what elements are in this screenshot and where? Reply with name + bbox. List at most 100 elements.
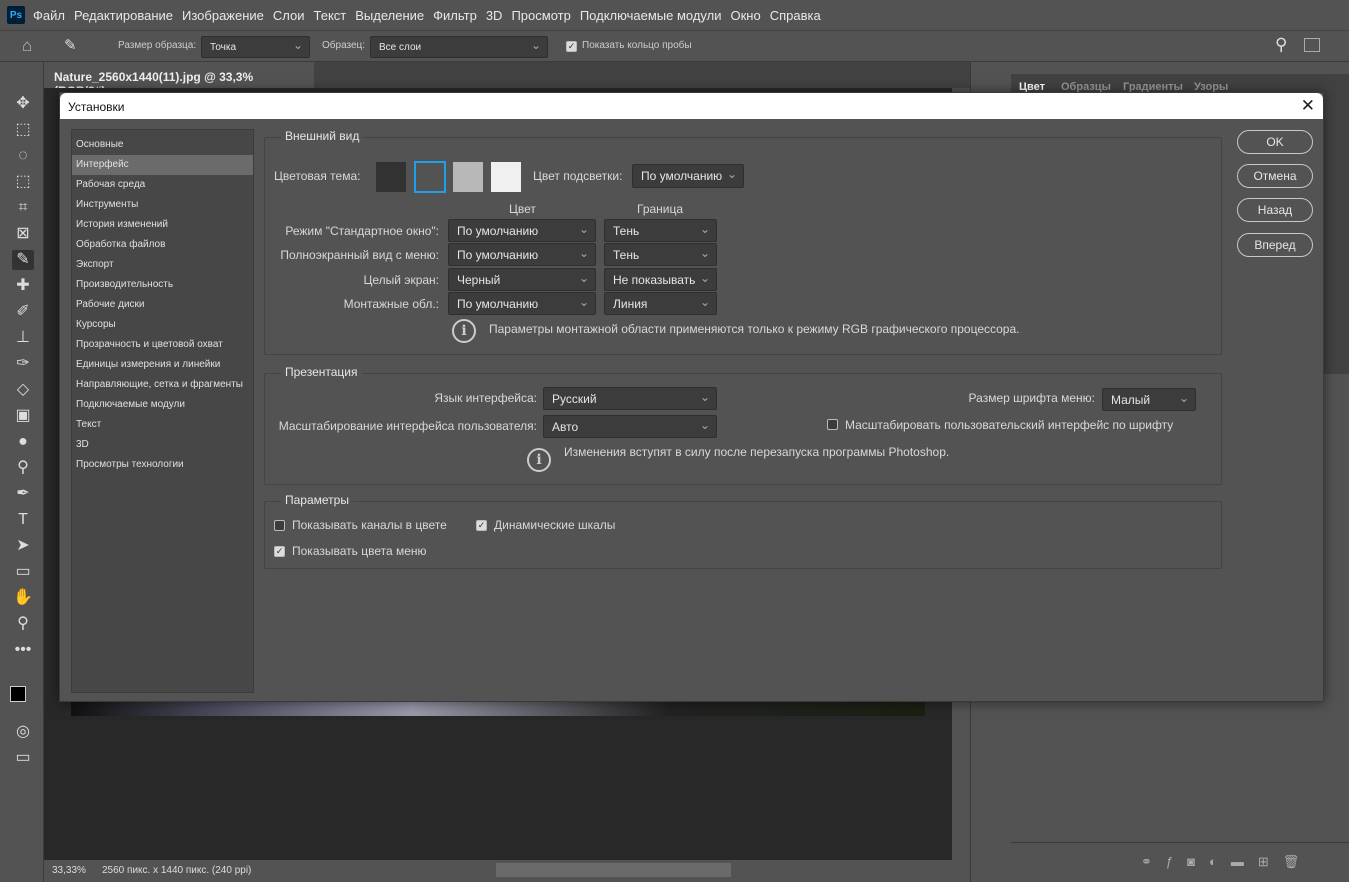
show-menu-colors-checkbox[interactable]: ✓ [274,546,285,557]
fullscreen-menu-color-select[interactable]: По умолчанию [448,243,596,266]
sample-label: Образец: [322,40,366,51]
eraser-tool-icon[interactable]: ◇ [12,380,34,400]
search-icon[interactable]: ⚲ [1275,35,1287,55]
document-tab[interactable]: Nature_2560x1440(11).jpg @ 33,3% (RGB/8#… [44,62,314,98]
presentation-title: Презентация [281,365,362,379]
sidebar-item-interface[interactable]: Интерфейс [72,155,253,175]
pen-tool-icon[interactable]: ✒ [12,484,34,504]
sidebar-item-general[interactable]: Основные [72,135,253,155]
fullscreen-border-select[interactable]: Не показывать [604,268,717,291]
theme-swatch-dark[interactable] [414,161,446,193]
frame-tool-icon[interactable]: ⊠ [12,224,34,244]
presentation-group: Презентация Язык интерфейса: Русский Раз… [264,365,1222,485]
show-ring-label: Показать кольцо пробы [582,40,692,51]
marquee-tool-icon[interactable]: ⬚ [12,120,34,140]
highlight-select[interactable]: По умолчанию [632,164,744,188]
horizontal-scrollbar[interactable] [496,863,731,877]
sidebar-item-plugins[interactable]: Подключаемые модули [72,395,253,415]
quick-mask-icon[interactable]: ◎ [12,722,34,742]
brush-tool-icon[interactable]: ✐ [12,302,34,322]
sidebar-item-units[interactable]: Единицы измерения и линейки [72,355,253,375]
move-tool-icon[interactable]: ✥ [12,94,34,114]
blur-tool-icon[interactable]: ● [12,432,34,452]
fullscreen-menu-label: Полноэкранный вид с меню: [280,248,439,262]
cancel-button[interactable]: Отмена [1237,164,1313,188]
menu-help[interactable]: Справка [770,8,821,23]
sidebar-item-workspace[interactable]: Рабочая среда [72,175,253,195]
menu-window[interactable]: Окно [730,8,760,23]
zoom-tool-icon[interactable]: ⚲ [12,614,34,634]
gradient-tool-icon[interactable]: ▣ [12,406,34,426]
back-button[interactable]: Назад [1237,198,1313,222]
forward-button[interactable]: Вперед [1237,233,1313,257]
healing-brush-icon[interactable]: ✚ [12,276,34,296]
menu-select[interactable]: Выделение [355,8,424,23]
workspace-icon[interactable] [1304,38,1320,52]
theme-swatch-lightest[interactable] [491,162,521,192]
menu-type[interactable]: Текст [314,8,347,23]
menu-image[interactable]: Изображение [182,8,264,23]
sidebar-item-history[interactable]: История изменений [72,215,253,235]
sidebar-item-tech-previews[interactable]: Просмотры технологии [72,455,253,475]
dodge-tool-icon[interactable]: ⚲ [12,458,34,478]
path-select-icon[interactable]: ➤ [12,536,34,556]
sidebar-item-scratch-disks[interactable]: Рабочие диски [72,295,253,315]
column-border-header: Граница [637,202,684,216]
sidebar-item-export[interactable]: Экспорт [72,255,253,275]
show-ring-checkbox[interactable]: ✓ [566,41,577,52]
zoom-level[interactable]: 33,33% [52,865,86,876]
ui-scaling-select[interactable]: Авто [543,415,717,438]
menu-layers[interactable]: Слои [273,8,305,23]
menu-edit[interactable]: Редактирование [74,8,173,23]
stamp-tool-icon[interactable]: ⊥ [12,328,34,348]
sidebar-item-file-handling[interactable]: Обработка файлов [72,235,253,255]
object-select-icon[interactable]: ⬚ [12,172,34,192]
menu-3d[interactable]: 3D [486,8,503,23]
menu-font-size-select[interactable]: Малый [1102,388,1196,411]
artboards-border-select[interactable]: Линия [604,292,717,315]
tools-panel: ✥ ⬚ ◌ ⬚ ⌗ ⊠ ✎ ✚ ✐ ⊥ ✑ ◇ ▣ ● ⚲ ✒ T ➤ ▭ ✋ … [0,62,44,882]
sidebar-item-guides[interactable]: Направляющие, сетка и фрагменты [72,375,253,395]
sample-size-select[interactable]: Точка [201,36,310,58]
eyedropper-icon[interactable]: ✎ [64,36,77,54]
menu-plugins[interactable]: Подключаемые модули [580,8,722,23]
scale-by-font-checkbox[interactable] [827,419,838,430]
sidebar-item-performance[interactable]: Производительность [72,275,253,295]
sidebar-item-cursors[interactable]: Курсоры [72,315,253,335]
hand-tool-icon[interactable]: ✋ [12,588,34,608]
history-brush-icon[interactable]: ✑ [12,354,34,374]
info-icon: i [452,319,476,343]
language-select[interactable]: Русский [543,387,717,410]
type-tool-icon[interactable]: T [12,510,34,530]
more-tools-icon[interactable]: ••• [12,640,34,660]
show-channels-checkbox[interactable] [274,520,285,531]
ok-button[interactable]: OK [1237,130,1313,154]
screen-mode-icon[interactable]: ▭ [12,748,34,768]
fullscreen-color-select[interactable]: Черный [448,268,596,291]
sample-size-label: Размер образца: [118,40,197,51]
lasso-tool-icon[interactable]: ◌ [12,146,34,166]
foreground-color-swatch[interactable] [10,686,26,702]
sidebar-item-tools[interactable]: Инструменты [72,195,253,215]
rectangle-tool-icon[interactable]: ▭ [12,562,34,582]
menu-filter[interactable]: Фильтр [433,8,477,23]
theme-swatch-darkest[interactable] [376,162,406,192]
menu-view[interactable]: Просмотр [511,8,570,23]
menu-font-size-label: Размер шрифта меню: [968,391,1095,405]
crop-tool-icon[interactable]: ⌗ [12,198,34,218]
dynamic-sliders-checkbox[interactable]: ✓ [476,520,487,531]
standard-window-border-select[interactable]: Тень [604,219,717,242]
menu-file[interactable]: Файл [33,8,65,23]
sample-select[interactable]: Все слои [370,36,548,58]
theme-swatch-light[interactable] [453,162,483,192]
artboards-color-select[interactable]: По умолчанию [448,292,596,315]
standard-window-color-select[interactable]: По умолчанию [448,219,596,242]
sidebar-item-transparency[interactable]: Прозрачность и цветовой охват [72,335,253,355]
fullscreen-menu-border-select[interactable]: Тень [604,243,717,266]
home-icon[interactable]: ⌂ [22,36,32,56]
sidebar-item-3d[interactable]: 3D [72,435,253,455]
close-icon[interactable]: ✕ [1301,96,1315,116]
layer-actions-icons[interactable]: ⚭ƒ◙◐▬⊞🗑 [1141,854,1313,870]
sidebar-item-type[interactable]: Текст [72,415,253,435]
eyedropper-tool-icon[interactable]: ✎ [12,250,34,270]
